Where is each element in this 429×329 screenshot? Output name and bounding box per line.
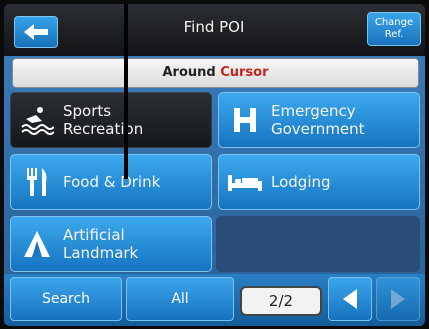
page-title: Find POI [183, 18, 245, 36]
page-indicator: 2/2 [240, 286, 322, 316]
tile-label-line1: Sports [63, 102, 112, 120]
triangle-right-icon [391, 289, 405, 309]
tile-artificial-landmark[interactable]: Artificial Landmark [10, 216, 212, 272]
tile-label-line1: Artificial [63, 226, 125, 244]
tile-food-drink[interactable]: Food & Drink [10, 154, 212, 210]
bed-icon [219, 171, 271, 193]
triangle-left-icon [343, 289, 357, 309]
back-button[interactable] [14, 16, 58, 48]
next-page-button[interactable] [376, 277, 420, 321]
around-cursor-bar[interactable]: Around Cursor [12, 58, 419, 88]
back-arrow-icon [24, 24, 48, 40]
change-label-line1: Change [374, 17, 414, 28]
prev-page-button[interactable] [328, 277, 372, 321]
change-reference-button[interactable]: Change Ref. [367, 12, 421, 46]
bottom-bar: Search All 2/2 [4, 274, 425, 326]
tile-label-line2: Landmark [63, 244, 139, 262]
tile-emergency-government[interactable]: Emergency Government [218, 92, 420, 148]
header-bar: Find POI Change Ref. [4, 4, 425, 56]
all-button[interactable]: All [126, 277, 234, 321]
tile-label-line2: Recreation [63, 120, 144, 138]
empty-slot [216, 216, 420, 272]
tile-label: Food & Drink [63, 173, 161, 191]
around-label: Around [162, 65, 216, 80]
change-label-line2: Ref. [384, 29, 404, 40]
landmark-icon [11, 229, 63, 259]
tile-label-line1: Emergency [271, 102, 356, 120]
tile-label-line2: Government [271, 120, 365, 138]
fork-knife-icon [11, 166, 63, 198]
cursor-line [124, 4, 128, 179]
tile-label: Lodging [271, 173, 331, 191]
search-button[interactable]: Search [10, 277, 122, 321]
find-poi-screen: Find POI Change Ref. Around Cursor Sport… [4, 4, 425, 326]
tile-sports-recreation[interactable]: Sports Recreation [10, 92, 212, 148]
h-hospital-icon [219, 106, 271, 134]
tile-lodging[interactable]: Lodging [218, 154, 420, 210]
cursor-label: Cursor [220, 65, 269, 80]
sports-recreation-icon [11, 105, 63, 135]
